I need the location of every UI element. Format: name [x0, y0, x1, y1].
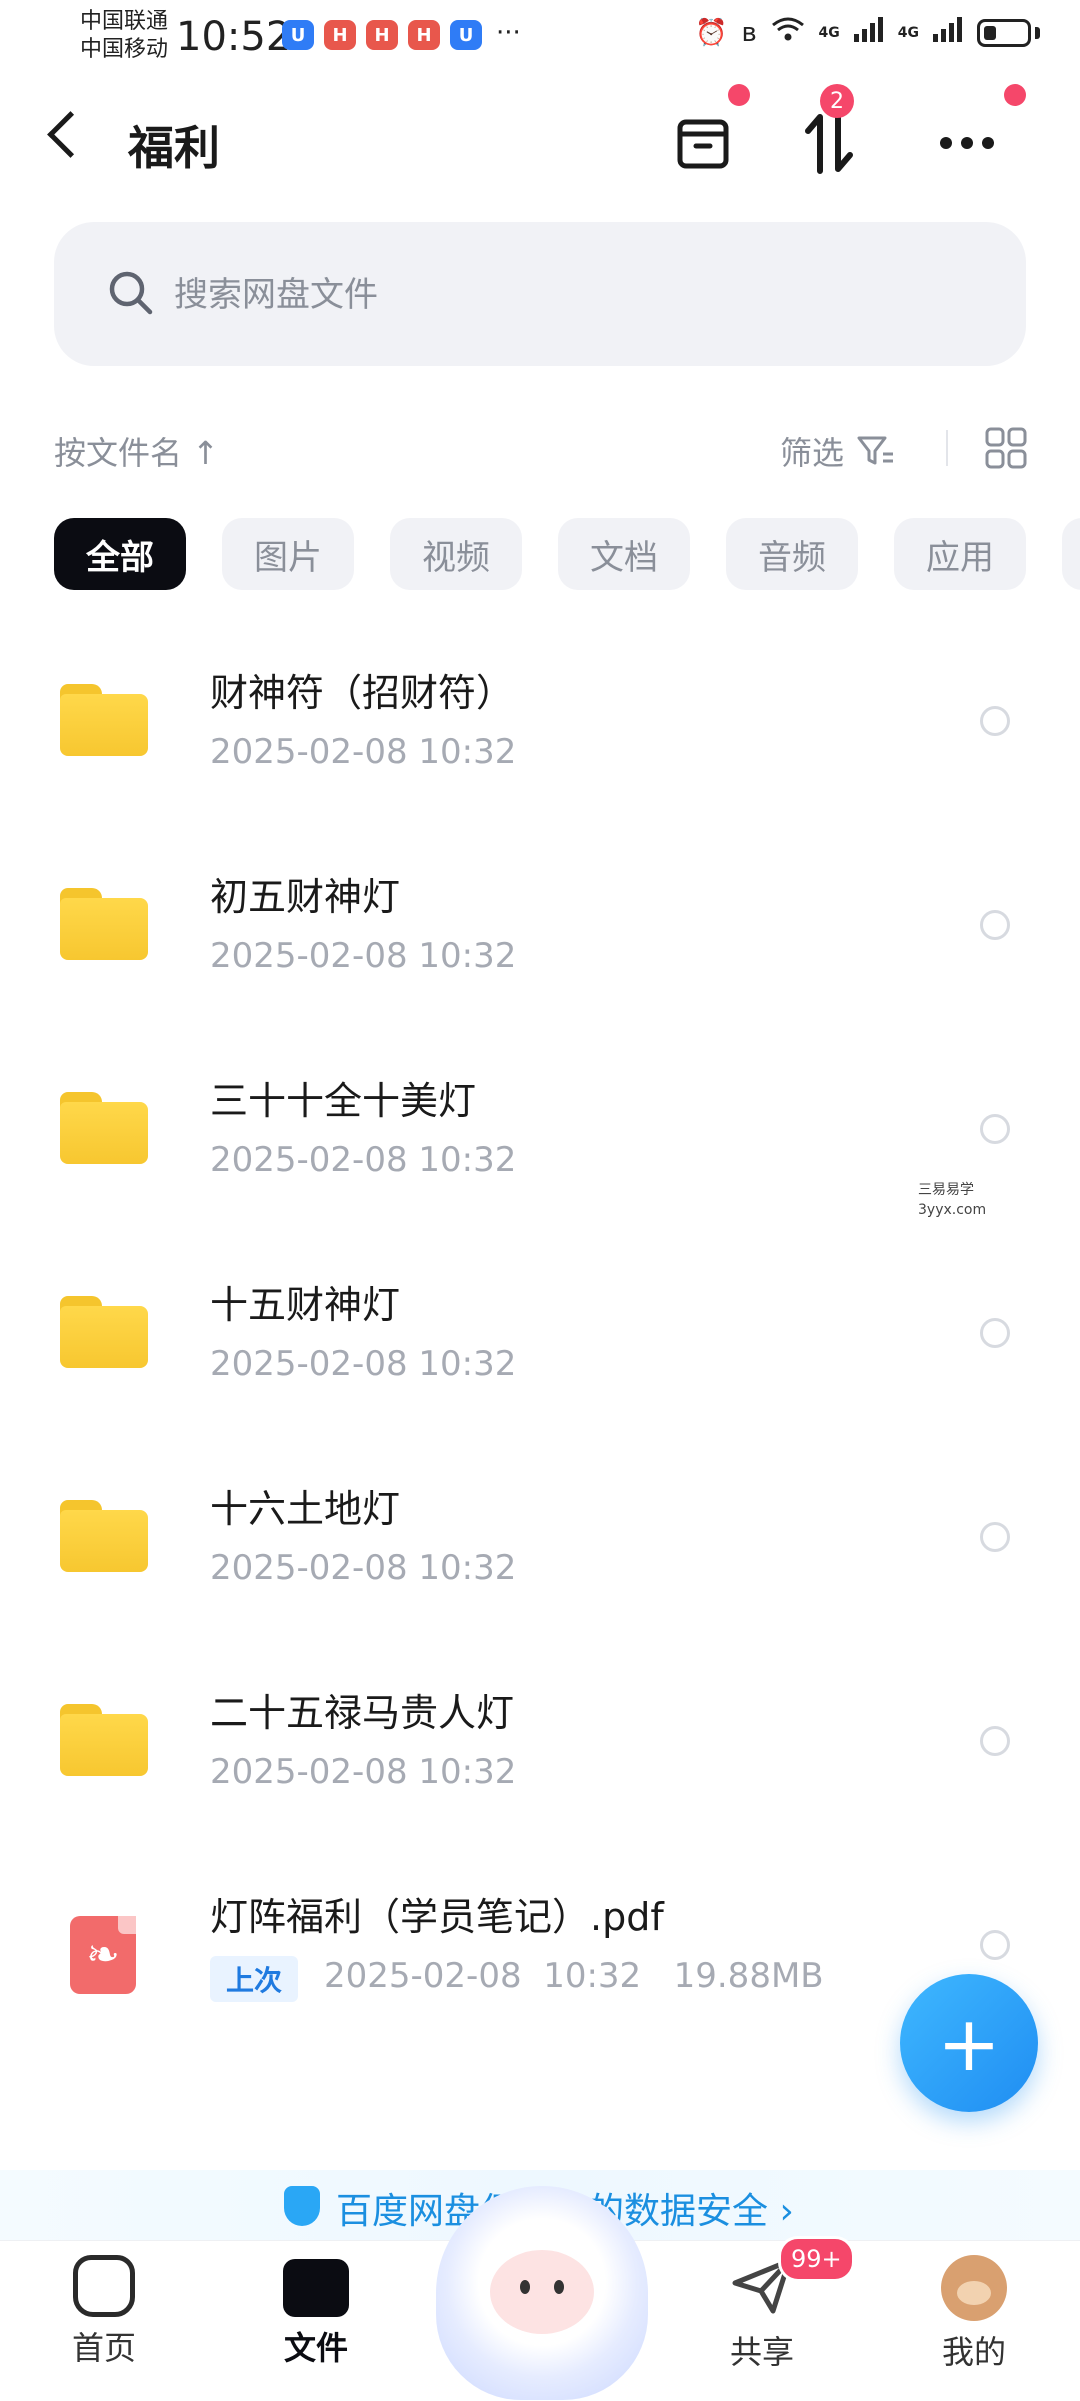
carrier-1: 中国联通 — [80, 9, 169, 34]
watermark-line-2: 3yyx.com — [918, 1202, 987, 1218]
carrier-2: 中国移动 — [80, 37, 169, 62]
more-menu-button[interactable] — [932, 108, 1002, 178]
network-type-2: 4G — [897, 24, 919, 41]
file-row[interactable]: 十五财神灯 2025-02-08 10:32 — [0, 1248, 1080, 1452]
pdf-file-icon: ❧ — [70, 1916, 136, 1994]
select-radio[interactable] — [980, 1522, 1010, 1552]
file-date: 2025-02-08 10:32 — [210, 1548, 517, 1588]
battery-tip — [1035, 26, 1040, 39]
home-icon — [73, 2255, 135, 2317]
tab-more-partial[interactable] — [1062, 518, 1080, 590]
nav-share-label: 共享 — [729, 2333, 794, 2371]
folder-icon — [60, 1296, 148, 1368]
signal-icon-2 — [933, 16, 963, 49]
back-button[interactable] — [47, 111, 94, 158]
select-radio[interactable] — [980, 1930, 1010, 1960]
file-date: 2025-02-08 10:32 — [210, 1344, 517, 1384]
file-row[interactable]: 十六土地灯 2025-02-08 10:32 — [0, 1452, 1080, 1656]
bluetooth-icon: ʙ — [741, 17, 757, 48]
select-radio[interactable] — [980, 1318, 1010, 1348]
page-title: 福利 — [128, 121, 220, 175]
last-opened-tag: 上次 — [210, 1956, 299, 2002]
archive-box-icon — [677, 119, 729, 169]
status-time: 10:52 — [176, 14, 292, 60]
nav-files-label: 文件 — [283, 2329, 348, 2367]
nav-files[interactable]: 文件 — [246, 2255, 386, 2369]
file-name: 财神符（招财符） — [210, 671, 515, 715]
watermark: 三易易学 3yyx.com — [918, 1180, 986, 1220]
alarm-icon: ⏰ — [695, 17, 728, 48]
shield-icon — [284, 2186, 320, 2226]
app-notification-icon: U — [282, 20, 314, 50]
tab-documents[interactable]: 文档 — [558, 518, 690, 590]
status-icons: ⏰ ʙ 4G 4G — [695, 16, 1040, 49]
recycle-bin-button[interactable] — [668, 108, 738, 178]
file-name: 灯阵福利（学员笔记）.pdf — [210, 1895, 664, 1939]
file-name: 十六土地灯 — [210, 1487, 401, 1531]
nav-home-label: 首页 — [71, 2329, 136, 2367]
tab-apps[interactable]: 应用 — [894, 518, 1026, 590]
tab-images[interactable]: 图片 — [222, 518, 354, 590]
file-date: 2025-02-08 10:32 — [210, 936, 517, 976]
file-row[interactable]: 初五财神灯 2025-02-08 10:32 — [0, 840, 1080, 1044]
tab-audio[interactable]: 音频 — [726, 518, 858, 590]
watermark-line-1: 三易易学 — [918, 1182, 974, 1198]
folder-icon — [60, 888, 148, 960]
transfer-arrows-icon — [805, 112, 853, 174]
nav-me-label: 我的 — [941, 2333, 1006, 2371]
nav-home[interactable]: 首页 — [34, 2255, 174, 2369]
app-notification-icon: H — [324, 20, 356, 50]
folder-icon — [60, 1500, 148, 1572]
search-input[interactable] — [172, 266, 876, 324]
mascot-face-icon — [490, 2250, 594, 2334]
file-row[interactable]: 财神符（招财符） 2025-02-08 10:32 — [0, 636, 1080, 840]
grid-view-icon — [985, 427, 1027, 469]
sort-by-name-button[interactable]: 按文件名 ↑ — [54, 428, 219, 474]
notification-dot — [1004, 84, 1026, 106]
tab-videos[interactable]: 视频 — [390, 518, 522, 590]
share-count-badge: 99+ — [778, 2236, 855, 2282]
more-dots-icon — [940, 137, 994, 149]
signal-icon-1 — [853, 16, 884, 49]
search-bar[interactable] — [54, 222, 1026, 366]
more-notifications-icon: ··· — [496, 18, 521, 48]
file-meta: 2025-02-08 10:32 19.88MB — [324, 1956, 824, 1996]
transfer-list-button[interactable] — [794, 108, 864, 178]
folder-icon — [60, 684, 148, 756]
file-date: 2025-02-08 10:32 — [210, 1140, 517, 1180]
notification-dot — [728, 84, 750, 106]
battery-icon — [977, 18, 1031, 47]
grid-view-button[interactable] — [984, 426, 1028, 474]
file-name: 二十五禄马贵人灯 — [210, 1691, 515, 1735]
select-radio[interactable] — [980, 910, 1010, 940]
app-notification-icon: H — [366, 20, 398, 50]
search-icon — [109, 271, 153, 315]
file-name: 初五财神灯 — [210, 875, 401, 919]
tab-all[interactable]: 全部 — [54, 518, 186, 590]
filter-icon — [857, 436, 894, 465]
add-fab-button[interactable]: + — [900, 1974, 1038, 2112]
divider — [946, 430, 948, 466]
network-type-1: 4G — [818, 24, 840, 41]
transfer-count-badge: 2 — [820, 84, 854, 118]
avatar — [941, 2255, 1007, 2321]
app-notification-icon: U — [450, 20, 482, 50]
file-row[interactable]: 二十五禄马贵人灯 2025-02-08 10:32 — [0, 1656, 1080, 1860]
file-date: 2025-02-08 10:32 — [210, 1752, 517, 1792]
app-notification-icon: H — [408, 20, 440, 50]
select-radio[interactable] — [980, 1114, 1010, 1144]
folder-filled-icon — [283, 2259, 349, 2317]
nav-me[interactable]: 我的 — [904, 2255, 1044, 2373]
file-name: 十五财神灯 — [210, 1283, 401, 1327]
filter-button[interactable]: 筛选 — [780, 428, 896, 474]
folder-icon — [60, 1704, 148, 1776]
select-radio[interactable] — [980, 706, 1010, 736]
file-name: 三十十全十美灯 — [210, 1079, 477, 1123]
file-date: 2025-02-08 10:32 — [210, 732, 517, 772]
mascot-assistant-button[interactable] — [436, 2186, 648, 2400]
wifi-icon — [771, 16, 805, 49]
select-radio[interactable] — [980, 1726, 1010, 1756]
filter-label: 筛选 — [780, 434, 845, 472]
folder-icon — [60, 1092, 148, 1164]
